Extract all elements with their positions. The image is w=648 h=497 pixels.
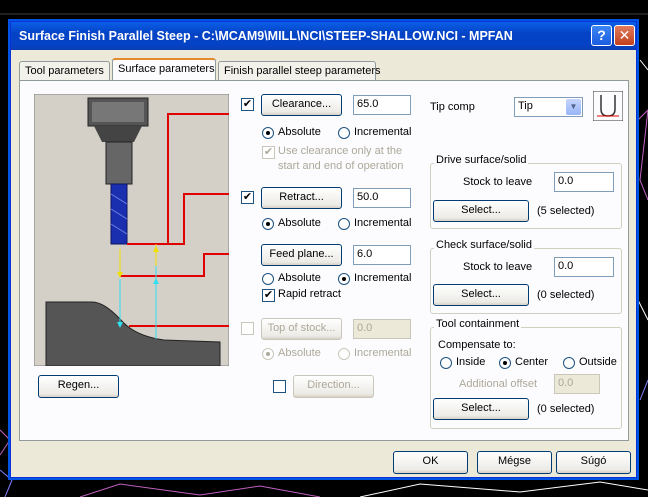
ok-button[interactable]: OK (393, 451, 468, 474)
retract-button[interactable]: Retract... (261, 187, 342, 209)
direction-button[interactable]: Direction... (293, 375, 374, 398)
window-title: Surface Finish Parallel Steep - C:\MCAM9… (19, 29, 513, 43)
retract-incremental-radio[interactable] (338, 218, 350, 230)
additional-offset-input[interactable]: 0.0 (554, 374, 600, 394)
rapid-retract-checkbox[interactable]: ✔ (262, 289, 275, 302)
check-group-title: Check surface/solid (434, 239, 534, 251)
drive-selected-count: (5 selected) (537, 205, 595, 217)
use-clearance-only-label-2: start and end of operation (278, 160, 404, 172)
compensate-outside-radio[interactable] (563, 357, 575, 369)
title-bar[interactable]: Surface Finish Parallel Steep - C:\MCAM9… (11, 22, 636, 50)
clearance-incremental-label: Incremental (354, 126, 412, 138)
retract-incremental-label: Incremental (354, 217, 412, 229)
containment-select-button[interactable]: Select... (433, 398, 529, 420)
top-of-stock-incremental-radio[interactable] (338, 348, 350, 360)
tab-panel: ✔ Clearance... 65.0 Absolute Incremental… (19, 80, 629, 441)
drive-stock-label: Stock to leave (463, 176, 533, 188)
tab-tool-parameters[interactable]: Tool parameters (19, 61, 110, 80)
retract-checkbox[interactable]: ✔ (241, 191, 254, 204)
top-of-stock-input[interactable]: 0.0 (353, 319, 411, 339)
chevron-down-icon[interactable]: ▼ (566, 99, 581, 115)
compensate-outside-label: Outside (579, 356, 617, 368)
feed-plane-absolute-radio[interactable] (262, 273, 274, 285)
tip-comp-label: Tip comp (430, 101, 475, 113)
clearance-checkbox[interactable]: ✔ (241, 98, 254, 111)
top-of-stock-absolute-label: Absolute (278, 347, 321, 359)
containment-group-title: Tool containment (434, 318, 522, 330)
help-button[interactable]: Súgó (556, 451, 631, 474)
top-of-stock-button[interactable]: Top of stock... (261, 318, 342, 340)
tip-comp-value: Tip (518, 100, 533, 112)
dialog-window: Surface Finish Parallel Steep - C:\MCAM9… (10, 21, 637, 478)
rapid-retract-label: Rapid retract (278, 288, 341, 300)
tab-surface-parameters[interactable]: Surface parameters (112, 58, 216, 80)
clearance-incremental-radio[interactable] (338, 127, 350, 139)
feed-plane-button[interactable]: Feed plane... (261, 244, 342, 266)
top-of-stock-absolute-radio[interactable] (262, 348, 274, 360)
height-diagram (34, 94, 229, 366)
clearance-absolute-label: Absolute (278, 126, 321, 138)
cancel-button[interactable]: Mégse (477, 451, 552, 474)
compensate-inside-radio[interactable] (440, 357, 452, 369)
compensate-center-radio[interactable] (499, 357, 511, 369)
retract-absolute-label: Absolute (278, 217, 321, 229)
check-stock-input[interactable]: 0.0 (554, 257, 614, 277)
feed-plane-input[interactable]: 6.0 (353, 245, 411, 265)
retract-absolute-radio[interactable] (262, 218, 274, 230)
feed-plane-absolute-label: Absolute (278, 272, 321, 284)
check-stock-label: Stock to leave (463, 261, 533, 273)
close-icon[interactable]: ✕ (614, 25, 635, 46)
top-of-stock-checkbox[interactable] (241, 322, 254, 335)
use-clearance-only-label-1: Use clearance only at the (278, 145, 403, 157)
drive-stock-input[interactable]: 0.0 (554, 172, 614, 192)
drive-group-title: Drive surface/solid (434, 154, 529, 166)
drive-select-button[interactable]: Select... (433, 200, 529, 222)
check-select-button[interactable]: Select... (433, 284, 529, 306)
tab-finish-parallel-steep[interactable]: Finish parallel steep parameters (218, 61, 381, 80)
additional-offset-label: Additional offset (459, 378, 538, 390)
use-clearance-only-checkbox[interactable]: ✔ (262, 146, 275, 159)
clearance-input[interactable]: 65.0 (353, 95, 411, 115)
feed-plane-incremental-label: Incremental (354, 272, 412, 284)
compensate-center-label: Center (515, 356, 549, 368)
feed-plane-incremental-radio[interactable] (338, 273, 350, 285)
regen-button[interactable]: Regen... (38, 375, 119, 398)
containment-selected-count: (0 selected) (537, 403, 595, 415)
compensate-label: Compensate to: (438, 339, 516, 351)
tip-comp-icon (593, 91, 623, 121)
tip-comp-select[interactable]: Tip ▼ (514, 97, 583, 117)
help-icon[interactable]: ? (591, 25, 612, 46)
direction-checkbox[interactable] (273, 380, 286, 393)
clearance-absolute-radio[interactable] (262, 127, 274, 139)
retract-input[interactable]: 50.0 (353, 188, 411, 208)
check-selected-count: (0 selected) (537, 289, 595, 301)
clearance-button[interactable]: Clearance... (261, 94, 342, 116)
top-of-stock-incremental-label: Incremental (354, 347, 412, 359)
compensate-inside-label: Inside (456, 356, 486, 368)
